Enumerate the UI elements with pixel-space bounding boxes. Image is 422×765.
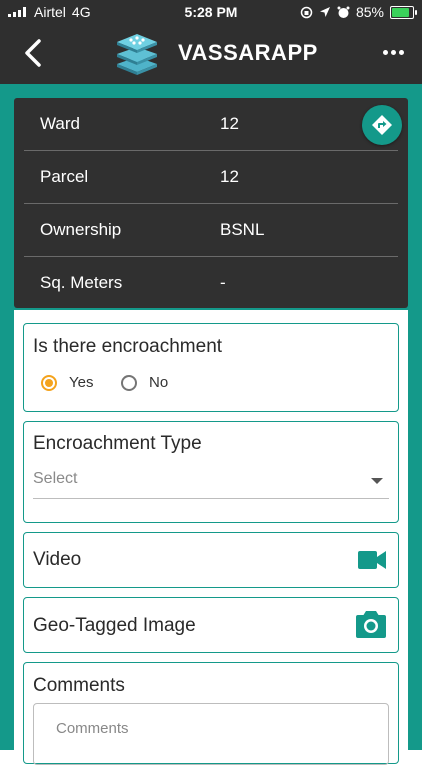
- orientation-lock-icon: [300, 6, 313, 18]
- info-value: 12: [220, 167, 239, 186]
- more-horizontal-icon[interactable]: [383, 50, 404, 55]
- comments-placeholder: Comments: [56, 720, 129, 737]
- info-row-ownership: Ownership BSNL: [24, 204, 398, 256]
- info-value: -: [220, 273, 226, 292]
- select-value: Select: [33, 470, 78, 487]
- comments-input[interactable]: Comments: [33, 703, 389, 765]
- comments-card: Comments Comments: [23, 662, 399, 765]
- alarm-icon: [337, 6, 350, 18]
- directions-button[interactable]: [362, 105, 402, 145]
- radio-yes-label: Yes: [69, 374, 94, 391]
- back-arrow-icon[interactable]: [22, 38, 44, 68]
- info-row-parcel: Parcel 12: [24, 151, 398, 203]
- app-logo-icon: [117, 34, 157, 75]
- radio-no-indicator: [121, 374, 137, 391]
- survey-form: Is there encroachment Yes No Encroachmen…: [14, 310, 408, 765]
- info-value: 12: [220, 114, 239, 133]
- directions-icon: [372, 115, 392, 135]
- info-label: Ownership: [40, 220, 122, 239]
- encroachment-question: Is there encroachment: [33, 336, 223, 357]
- encroachment-card: Is there encroachment Yes No: [23, 323, 399, 412]
- radio-yes[interactable]: Yes: [41, 374, 93, 391]
- radio-yes-indicator: [41, 374, 57, 391]
- encroachment-type-label: Encroachment Type: [33, 433, 202, 454]
- video-label: Video: [33, 549, 82, 570]
- battery-percent: 85%: [355, 4, 384, 20]
- app-bar: VASSARAPP: [0, 24, 422, 84]
- radio-no[interactable]: No: [121, 374, 168, 391]
- video-card[interactable]: Video: [23, 532, 399, 588]
- encroachment-type-select[interactable]: Select: [33, 470, 389, 499]
- radio-no-label: No: [149, 374, 169, 391]
- battery-icon: [390, 5, 417, 19]
- comments-label: Comments: [33, 675, 125, 696]
- app-title: VASSARAPP: [178, 40, 318, 65]
- status-bar: Airtel 4G 5:28 PM 85%: [0, 0, 422, 24]
- info-label: Sq. Meters: [40, 273, 123, 292]
- info-row-ward: Ward 12: [24, 98, 398, 150]
- parcel-info-card: Ward 12 Parcel 12 Ownership BSNL Sq. Met…: [14, 98, 408, 308]
- info-label: Ward: [40, 114, 80, 133]
- camera-icon[interactable]: [356, 610, 386, 638]
- location-icon: [319, 7, 330, 17]
- info-label: Parcel: [40, 167, 89, 186]
- geo-image-card[interactable]: Geo-Tagged Image: [23, 597, 399, 653]
- info-value: BSNL: [220, 220, 265, 239]
- geo-image-label: Geo-Tagged Image: [33, 615, 196, 636]
- encroachment-type-card: Encroachment Type Select: [23, 421, 399, 523]
- video-camera-icon[interactable]: [358, 549, 386, 571]
- content-area: Ward 12 Parcel 12 Ownership BSNL Sq. Met…: [0, 84, 422, 765]
- info-row-sq-meters: Sq. Meters -: [24, 257, 398, 309]
- chevron-down-icon: [371, 478, 383, 484]
